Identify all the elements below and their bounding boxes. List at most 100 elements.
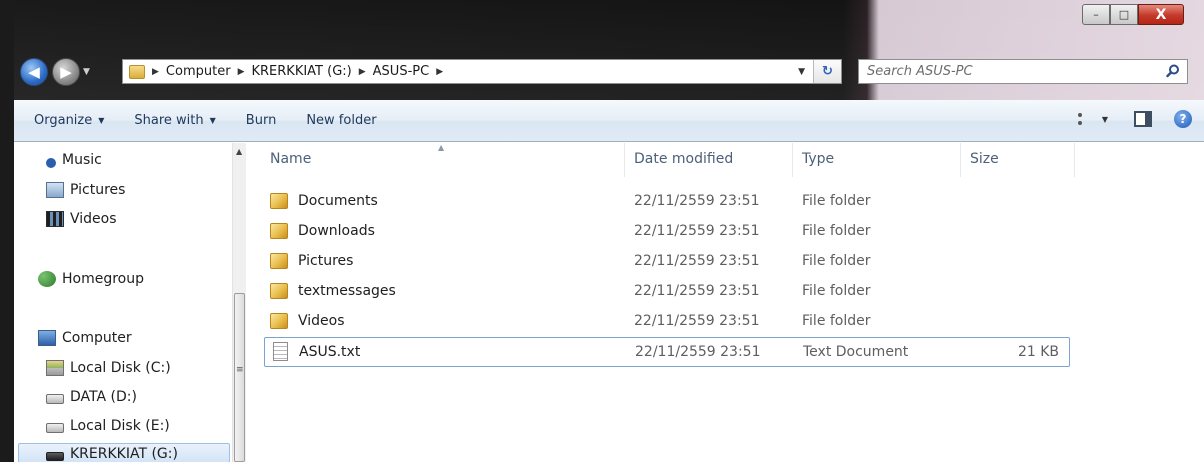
scrollbar-thumb[interactable] bbox=[234, 293, 245, 462]
file-list: ▲ Name Date modified Type Size Documents… bbox=[248, 143, 1204, 462]
file-row-videos[interactable]: Videos 22/11/2559 23:51 File folder bbox=[264, 307, 1070, 337]
forward-arrow-icon: ▶ bbox=[60, 63, 72, 81]
share-with-label: Share with bbox=[134, 113, 204, 128]
help-icon[interactable]: ? bbox=[1174, 110, 1192, 128]
sidebar-item-computer[interactable]: Computer bbox=[38, 327, 132, 349]
sidebar-item-videos[interactable]: Videos bbox=[46, 208, 117, 230]
breadcrumb-computer[interactable]: Computer bbox=[166, 64, 231, 79]
sidebar-item-data-d[interactable]: DATA (D:) bbox=[46, 386, 137, 408]
file-row-documents[interactable]: Documents 22/11/2559 23:51 File folder bbox=[264, 187, 1070, 217]
computer-icon bbox=[38, 330, 56, 346]
maximize-button[interactable]: □ bbox=[1110, 4, 1138, 25]
pictures-icon bbox=[46, 182, 64, 198]
column-header-size[interactable]: Size bbox=[970, 151, 999, 167]
column-divider[interactable] bbox=[624, 143, 625, 177]
file-size: 21 KB bbox=[1017, 344, 1059, 360]
file-type: File folder bbox=[802, 313, 871, 329]
file-name: Downloads bbox=[298, 223, 375, 239]
address-controls: ▼ ↻ bbox=[798, 60, 841, 83]
breadcrumb-folder[interactable]: ASUS-PC bbox=[373, 64, 430, 79]
disk-icon bbox=[46, 394, 64, 404]
sidebar-item-music[interactable]: Music bbox=[46, 149, 102, 171]
forward-button[interactable]: ▶ bbox=[52, 58, 80, 86]
sidebar-item-local-disk-c[interactable]: Local Disk (C:) bbox=[46, 357, 171, 379]
sidebar-item-label: DATA (D:) bbox=[70, 389, 137, 405]
file-row-asus-txt[interactable]: ASUS.txt 22/11/2559 23:51 Text Document … bbox=[264, 337, 1070, 367]
organize-menu[interactable]: Organize ▼ bbox=[34, 113, 104, 128]
minimize-button[interactable]: – bbox=[1082, 4, 1110, 25]
sidebar-item-label: Pictures bbox=[70, 182, 126, 198]
address-bar[interactable]: ▶ Computer ▶ KRERKKIAT (G:) ▶ ASUS-PC ▶ … bbox=[122, 59, 842, 84]
chevron-down-icon: ▼ bbox=[209, 116, 216, 125]
chevron-right-icon[interactable]: ▶ bbox=[238, 67, 245, 77]
file-name: Videos bbox=[298, 313, 345, 329]
new-folder-button[interactable]: New folder bbox=[306, 113, 376, 128]
caption-buttons: – □ X bbox=[1082, 4, 1184, 26]
window-titlebar bbox=[0, 0, 1204, 100]
folder-icon bbox=[270, 223, 288, 239]
text-file-icon bbox=[273, 342, 288, 361]
view-controls: ▼ ? bbox=[1077, 110, 1192, 128]
sidebar-item-label: Local Disk (C:) bbox=[70, 360, 171, 376]
disk-icon bbox=[46, 423, 64, 433]
chevron-down-icon[interactable]: ▼ bbox=[1102, 115, 1108, 124]
preview-pane-icon[interactable] bbox=[1134, 111, 1152, 127]
scrollbar-grip-icon: ≡ bbox=[236, 365, 244, 375]
search-input[interactable]: Search ASUS-PC bbox=[858, 59, 1188, 84]
share-with-menu[interactable]: Share with ▼ bbox=[134, 113, 215, 128]
column-header-name[interactable]: Name bbox=[270, 151, 311, 167]
sidebar-item-local-disk-e[interactable]: Local Disk (E:) bbox=[46, 415, 170, 437]
burn-button[interactable]: Burn bbox=[246, 113, 277, 128]
chevron-right-icon[interactable]: ▶ bbox=[152, 67, 159, 77]
file-row-textmessages[interactable]: textmessages 22/11/2559 23:51 File folde… bbox=[264, 277, 1070, 307]
file-date: 22/11/2559 23:51 bbox=[634, 283, 760, 299]
scroll-up-icon[interactable]: ▲ bbox=[236, 147, 242, 156]
videos-icon bbox=[46, 211, 64, 227]
new-folder-label: New folder bbox=[306, 113, 377, 128]
change-view-icon[interactable] bbox=[1077, 113, 1094, 125]
file-type: File folder bbox=[802, 253, 871, 269]
music-icon bbox=[46, 158, 56, 168]
chevron-down-icon: ▼ bbox=[98, 116, 105, 125]
search-icon[interactable] bbox=[1166, 64, 1180, 78]
burn-label: Burn bbox=[245, 113, 277, 128]
navigation-scrollbar[interactable]: ▲ ≡ bbox=[232, 143, 246, 462]
file-name: textmessages bbox=[298, 283, 396, 299]
column-divider[interactable] bbox=[960, 143, 961, 177]
file-name: Documents bbox=[298, 193, 378, 209]
navigation-pane: Music Pictures Videos Homegroup Computer… bbox=[14, 143, 246, 462]
folder-icon bbox=[270, 283, 288, 299]
navigation-buttons: ◀ ▶ ▼ bbox=[20, 58, 90, 86]
back-arrow-icon: ◀ bbox=[28, 63, 40, 81]
file-name: ASUS.txt bbox=[299, 344, 361, 360]
column-header-row: ▲ Name Date modified Type Size bbox=[248, 143, 1204, 177]
chevron-right-icon[interactable]: ▶ bbox=[436, 67, 443, 77]
chevron-right-icon[interactable]: ▶ bbox=[359, 67, 366, 77]
back-button[interactable]: ◀ bbox=[20, 58, 48, 86]
address-history-dropdown[interactable]: ▼ bbox=[798, 67, 805, 77]
file-row-downloads[interactable]: Downloads 22/11/2559 23:51 File folder bbox=[264, 217, 1070, 247]
sidebar-item-krerkkiat-g[interactable]: KRERKKIAT (G:) bbox=[46, 443, 178, 462]
sidebar-item-homegroup[interactable]: Homegroup bbox=[38, 268, 144, 290]
file-date: 22/11/2559 23:51 bbox=[634, 313, 760, 329]
file-date: 22/11/2559 23:51 bbox=[634, 223, 760, 239]
recent-pages-dropdown[interactable]: ▼ bbox=[83, 67, 90, 77]
refresh-button[interactable]: ↻ bbox=[813, 60, 841, 83]
folder-icon bbox=[270, 253, 288, 269]
close-button[interactable]: X bbox=[1138, 4, 1184, 25]
command-bar: Organize ▼ Share with ▼ Burn New folder … bbox=[14, 100, 1204, 142]
file-date: 22/11/2559 23:51 bbox=[634, 253, 760, 269]
homegroup-icon bbox=[38, 271, 56, 287]
sidebar-item-label: Homegroup bbox=[62, 271, 145, 287]
column-header-type[interactable]: Type bbox=[802, 151, 834, 167]
file-type: Text Document bbox=[803, 344, 909, 360]
column-divider[interactable] bbox=[792, 143, 793, 177]
column-header-date[interactable]: Date modified bbox=[634, 151, 733, 167]
column-divider[interactable] bbox=[1074, 143, 1075, 177]
file-row-pictures[interactable]: Pictures 22/11/2559 23:51 File folder bbox=[264, 247, 1070, 277]
sidebar-item-pictures[interactable]: Pictures bbox=[46, 179, 125, 201]
file-type: File folder bbox=[802, 223, 871, 239]
window-frame-left bbox=[0, 0, 14, 462]
folder-icon bbox=[270, 313, 288, 329]
breadcrumb-drive[interactable]: KRERKKIAT (G:) bbox=[251, 64, 351, 79]
